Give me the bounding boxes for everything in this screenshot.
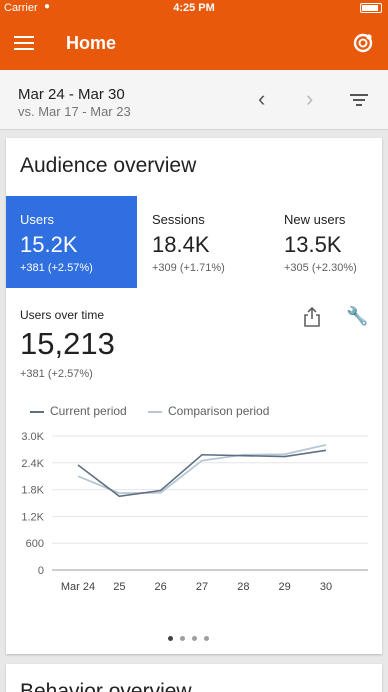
metric-tile-sessions[interactable]: Sessions 18.4K +309 (+1.71%): [138, 196, 260, 288]
metric-label: New users: [284, 212, 346, 227]
legend-comparison: Comparison period: [148, 404, 269, 418]
account-selector-icon[interactable]: [352, 32, 374, 54]
wrench-icon[interactable]: 🔧: [346, 306, 368, 327]
y-tick-label: 0: [38, 565, 44, 577]
legend-swatch-comparison: [148, 410, 162, 413]
x-tick-label: Mar 24: [61, 581, 95, 593]
legend-current: Current period: [30, 404, 127, 418]
users-over-time-delta: +381 (+2.57%): [20, 368, 93, 380]
metric-tiles: Users 15.2K +381 (+2.57%) Sessions 18.4K…: [6, 196, 382, 288]
pager-dot[interactable]: [168, 636, 173, 641]
metric-delta: +381 (+2.57%): [20, 262, 93, 274]
legend-label-comparison: Comparison period: [168, 404, 270, 418]
legend-label-current: Current period: [50, 404, 127, 418]
metric-value: 18.4K: [152, 232, 210, 257]
status-time: 4:25 PM: [173, 2, 215, 14]
x-tick-label: 27: [196, 581, 208, 593]
chevron-right-icon[interactable]: ›: [306, 88, 313, 110]
battery-icon: [360, 3, 382, 13]
pager-dots: [168, 628, 216, 646]
metric-value: 15.2K: [20, 232, 78, 257]
y-tick-label: 600: [26, 538, 44, 550]
audience-overview-card: Audience overview Users 15.2K +381 (+2.5…: [6, 138, 382, 654]
pager-dot[interactable]: [180, 636, 185, 641]
metric-label: Users: [20, 212, 54, 227]
metric-value: 13.5K: [284, 232, 342, 257]
y-tick-label: 1.8K: [21, 485, 44, 497]
metric-delta: +309 (+1.71%): [152, 262, 225, 274]
users-line-chart: 0 600 1.2K 1.8K 2.4K 3.0K Mar 24 25 26 27 28 29 30: [21, 431, 368, 593]
pager-dot[interactable]: [204, 636, 209, 641]
card-title: Audience overview: [20, 154, 197, 177]
behavior-overview-card: Behavior overview: [6, 664, 382, 692]
y-tick-label: 3.0K: [21, 431, 44, 443]
metric-label: Sessions: [152, 212, 205, 227]
share-icon[interactable]: [302, 306, 322, 328]
series-line-comparison: [77, 444, 327, 495]
status-bar: Carrier ● 4:25 PM: [0, 0, 388, 16]
x-tick-label: 30: [320, 581, 332, 593]
x-tick-label: 29: [279, 581, 291, 593]
card-title: Behavior overview: [20, 680, 192, 692]
x-tick-label: 26: [155, 581, 167, 593]
filter-icon[interactable]: [350, 94, 368, 109]
chevron-left-icon[interactable]: ‹: [258, 88, 265, 110]
legend-swatch-current: [30, 410, 44, 413]
pager-dot[interactable]: [192, 636, 197, 641]
users-over-time-label: Users over time: [20, 308, 105, 322]
metric-tile-users[interactable]: Users 15.2K +381 (+2.57%): [6, 196, 137, 288]
date-range-bar: Mar 24 - Mar 30 vs. Mar 17 - Mar 23 ‹ ›: [0, 70, 388, 130]
app-bar: Home: [0, 16, 388, 70]
y-tick-label: 1.2K: [21, 511, 44, 523]
date-range-comparison[interactable]: vs. Mar 17 - Mar 23: [18, 104, 131, 119]
page-title: Home: [66, 33, 117, 53]
date-range-current[interactable]: Mar 24 - Mar 30: [18, 86, 125, 103]
hamburger-menu-icon[interactable]: [14, 36, 34, 50]
metric-tile-new-users[interactable]: New users 13.5K +305 (+2.30%): [270, 196, 382, 288]
y-tick-label: 2.4K: [21, 458, 44, 470]
users-over-time-value: 15,213: [20, 326, 115, 361]
x-tick-label: 28: [237, 581, 249, 593]
metric-delta: +305 (+2.30%): [284, 262, 357, 274]
x-tick-label: 25: [113, 581, 125, 593]
